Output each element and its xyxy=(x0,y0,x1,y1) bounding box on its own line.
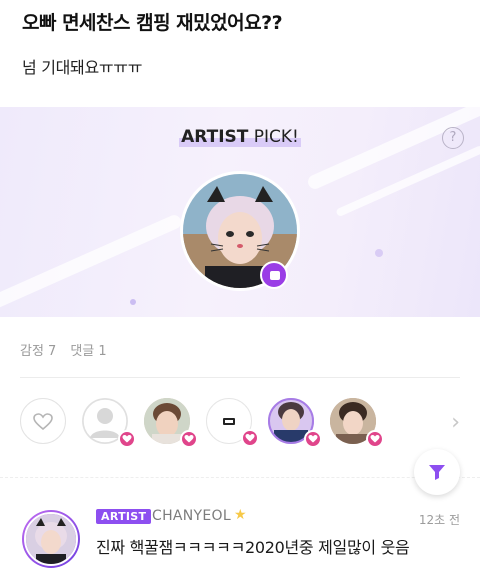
comment-text: 진짜 핵꿀잼ㅋㅋㅋㅋㅋ2020년중 제일많이 웃음 xyxy=(96,538,410,557)
like-button[interactable] xyxy=(20,398,66,444)
star-icon: ★ xyxy=(234,507,247,523)
decor-streak xyxy=(0,212,184,316)
comment-timestamp: 12초 전 xyxy=(418,513,460,527)
artist-pick-label-rest: PICK! xyxy=(248,127,299,147)
artist-pick-label: ARTIST PICK! xyxy=(0,127,480,147)
heart-badge-icon xyxy=(241,429,259,447)
heart-badge-icon xyxy=(304,430,322,448)
reactor-avatar[interactable] xyxy=(330,398,384,448)
chevron-right-icon[interactable]: › xyxy=(451,410,460,435)
comment-item: ARTIST CHANYEOL ★ 12초 전 진짜 핵꿀잼ㅋㅋㅋㅋㅋ2020년… xyxy=(0,500,480,577)
filter-icon xyxy=(429,465,445,480)
commenter-name[interactable]: CHANYEOL xyxy=(152,508,231,524)
artist-pick-banner: ARTIST PICK! ? xyxy=(0,107,480,317)
commenter-avatar[interactable] xyxy=(22,510,80,568)
artist-pick-label-bold: ARTIST xyxy=(181,127,249,147)
divider xyxy=(20,377,460,378)
heart-badge-icon xyxy=(366,430,384,448)
heart-outline-icon xyxy=(33,413,53,431)
filter-button[interactable] xyxy=(414,449,460,495)
reactor-avatar[interactable] xyxy=(82,398,136,448)
reactor-avatar[interactable] xyxy=(268,398,322,448)
reactions-row: › xyxy=(20,398,460,448)
post-stats: 감정 7 댓글 1 xyxy=(20,340,107,359)
reactor-avatar[interactable] xyxy=(144,398,198,448)
reactor-avatar[interactable] xyxy=(206,398,259,447)
commenter-photo xyxy=(26,514,76,564)
heart-badge-icon xyxy=(180,430,198,448)
help-icon[interactable]: ? xyxy=(442,127,464,149)
heart-badge-icon xyxy=(118,430,136,448)
post-body: 넘 기대돼요ㅠㅠㅠ xyxy=(22,58,143,77)
section-divider xyxy=(0,477,480,478)
decor-dot xyxy=(130,299,136,305)
post-title: 오빠 면세찬스 캠핑 재밌었어요?? xyxy=(22,12,283,34)
decor-streak xyxy=(305,107,480,192)
comment-count[interactable]: 댓글 1 xyxy=(70,344,106,359)
chat-icon xyxy=(260,261,288,289)
emotion-count[interactable]: 감정 7 xyxy=(20,344,56,359)
artist-badge: ARTIST xyxy=(96,509,152,524)
decor-dot xyxy=(375,249,383,257)
